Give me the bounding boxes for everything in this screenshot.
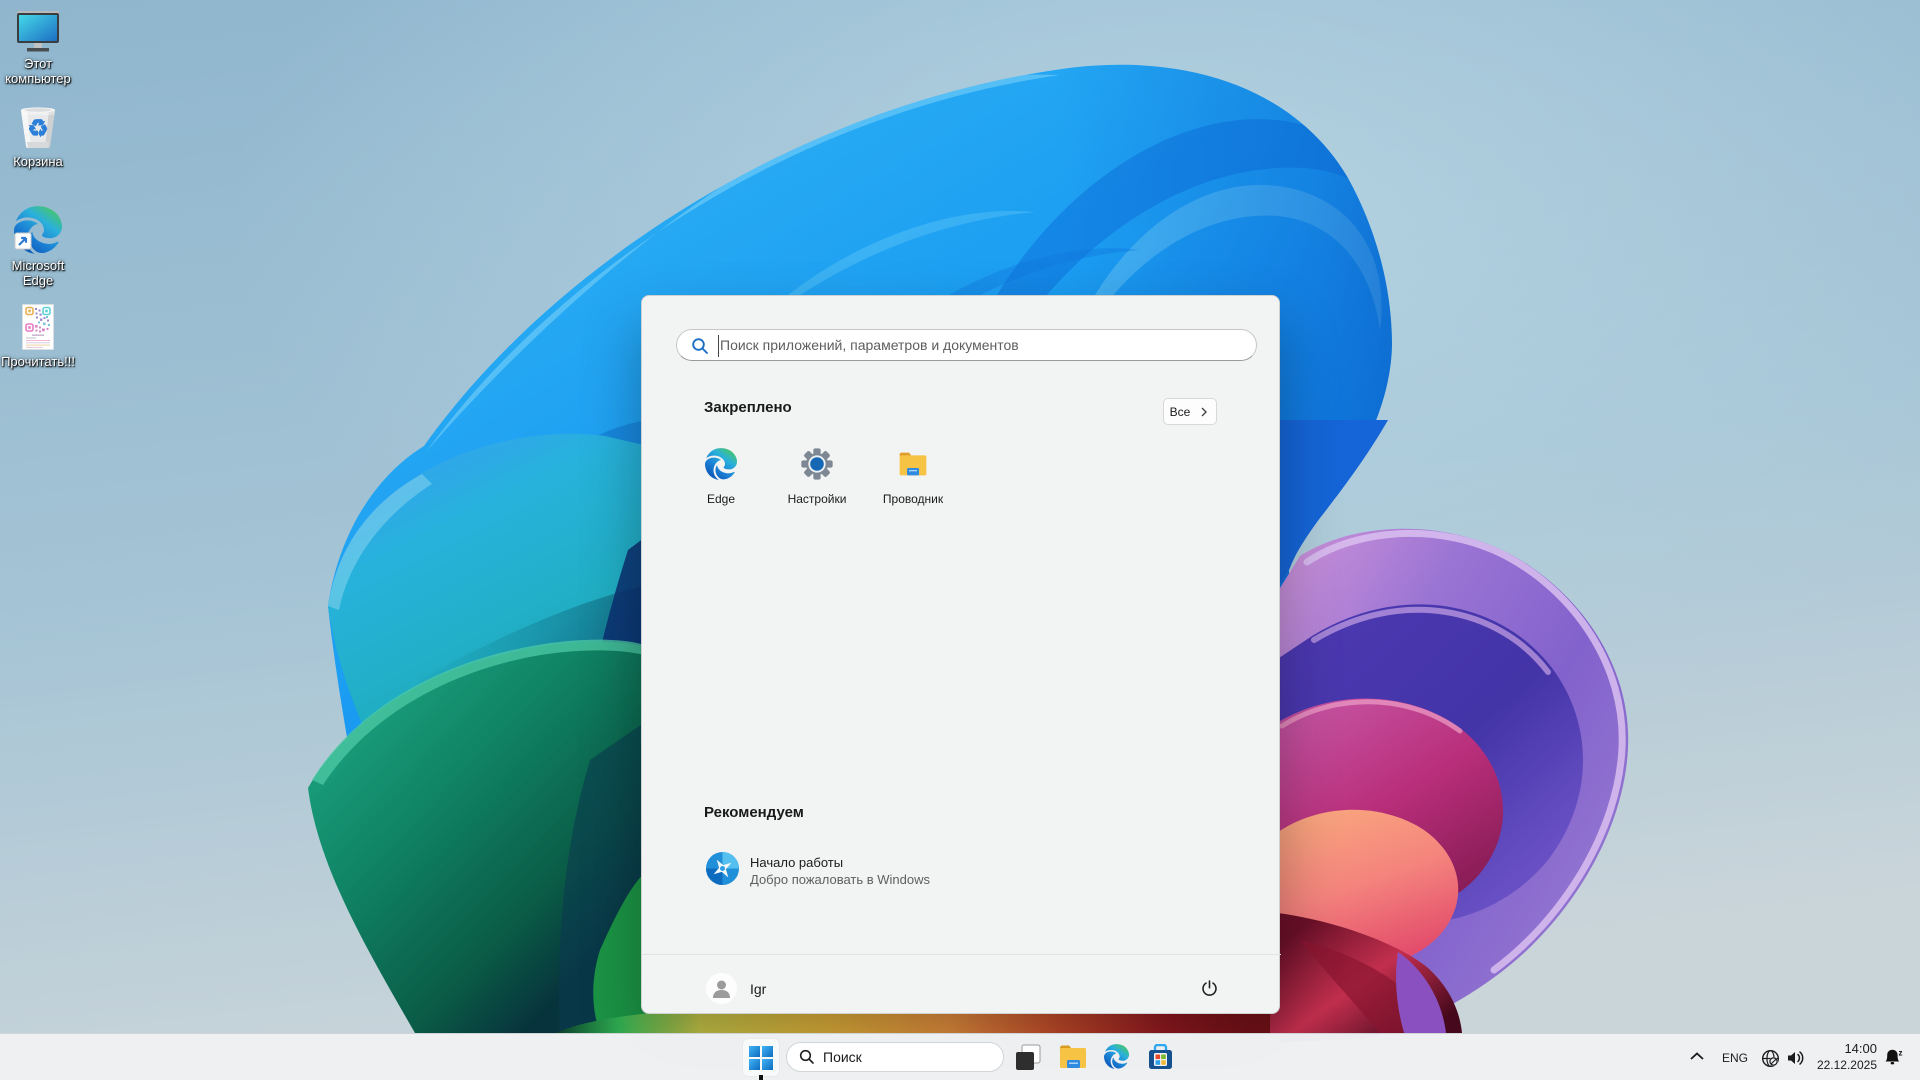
svg-text:z: z bbox=[1899, 1049, 1903, 1058]
svg-text:♻: ♻ bbox=[27, 116, 49, 143]
